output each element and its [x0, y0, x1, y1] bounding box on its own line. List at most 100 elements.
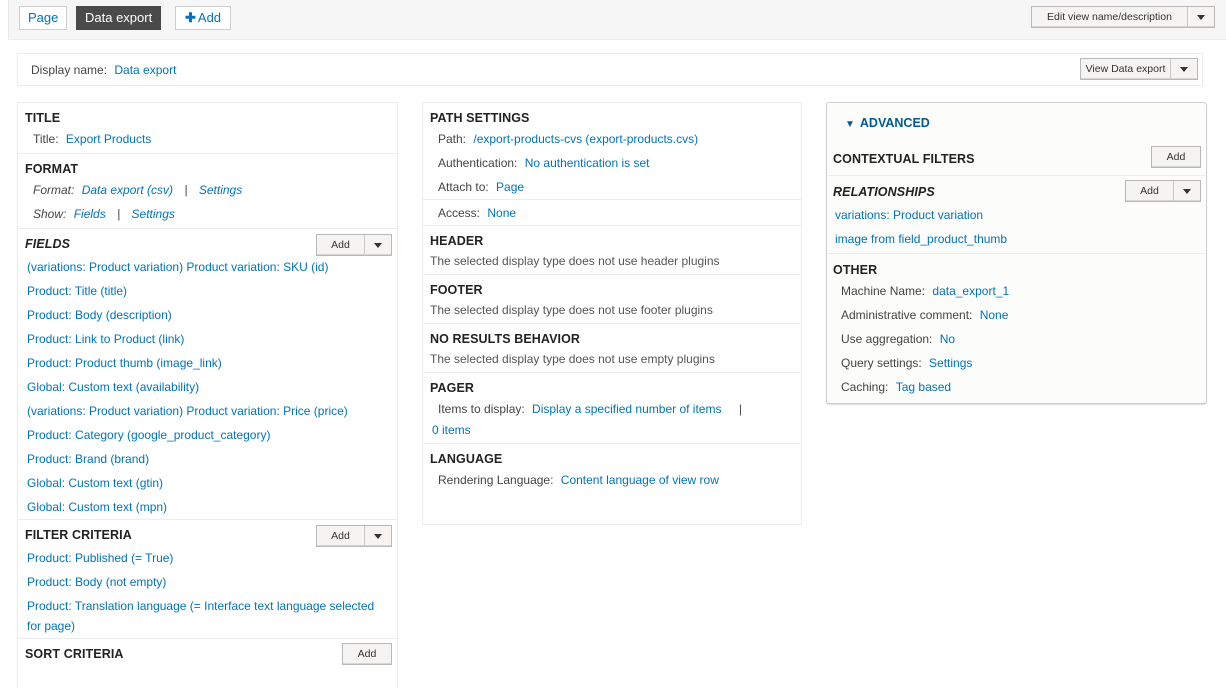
format-section: FORMAT Format: Data export (csv) | Setti…	[18, 154, 397, 229]
access-label: Access:	[438, 206, 481, 220]
rendering-language-link[interactable]: Content language of view row	[561, 473, 719, 487]
footer-note: The selected display type does not use f…	[430, 303, 713, 317]
section-heading: PAGER	[430, 381, 475, 395]
sort-criteria-section: SORT CRITERIA Add	[18, 639, 397, 673]
separator: |	[738, 402, 742, 416]
header-section: HEADER The selected display type does no…	[423, 226, 801, 275]
format-link[interactable]: Data export (csv)	[82, 183, 173, 197]
fields-add-button[interactable]: Add	[317, 235, 365, 255]
caret-down-icon	[1180, 66, 1188, 72]
triangle-down-icon: ▼	[845, 119, 855, 130]
relationships-add-button[interactable]: Add	[1126, 181, 1174, 201]
add-display-label: Add	[197, 10, 222, 25]
query-settings-row: Query settings: Settings	[833, 351, 1200, 375]
access-row: Access: None	[430, 201, 794, 225]
admin-comment-label: Administrative comment:	[841, 308, 973, 322]
pager-label: Items to display:	[438, 402, 525, 416]
admin-comment-link[interactable]: None	[980, 308, 1009, 322]
field-item[interactable]: Product: Product thumb (image_link)	[25, 351, 390, 375]
field-item[interactable]: (variations: Product variation) Product …	[25, 399, 390, 423]
advanced-toggle[interactable]: ▼ ADVANCED	[827, 103, 1206, 143]
show-link[interactable]: Fields	[74, 207, 106, 221]
field-item[interactable]: Product: Category (google_product_catego…	[25, 423, 390, 447]
show-label: Show:	[33, 207, 67, 221]
filter-criteria-section: FILTER CRITERIA Add Product: Published (…	[18, 520, 397, 639]
view-export-split-button: View Data export	[1080, 58, 1198, 80]
relationships-section: RELATIONSHIPS Add variations: Product va…	[827, 176, 1206, 254]
relationship-item[interactable]: variations: Product variation	[833, 203, 1200, 227]
use-aggregation-label: Use aggregation:	[841, 332, 933, 346]
display-name-link[interactable]: Data export	[114, 63, 176, 77]
use-aggregation-row: Use aggregation: No	[833, 327, 1200, 351]
relationships-dropdown-toggle[interactable]	[1174, 181, 1200, 201]
add-display-button[interactable]: ✚ Add	[175, 6, 232, 30]
path-label: Path:	[438, 132, 467, 146]
filter-list: Product: Published (= True) Product: Bod…	[25, 546, 390, 636]
column-main-settings: TITLE Title: Export Products FORMAT Form…	[17, 102, 398, 688]
section-heading: LANGUAGE	[430, 452, 503, 466]
format-label: Format:	[33, 183, 75, 197]
path-settings-section: PATH SETTINGS Path: /export-products-cvs…	[423, 103, 801, 200]
filter-add-split-button: Add	[316, 525, 392, 547]
query-settings-link[interactable]: Settings	[929, 356, 972, 370]
title-link[interactable]: Export Products	[66, 132, 151, 146]
path-link[interactable]: /export-products-cvs (export-products.cv…	[473, 132, 698, 146]
machine-name-link[interactable]: data_export_1	[932, 284, 1009, 298]
relationship-item[interactable]: image from field_product_thumb	[833, 227, 1200, 251]
caching-row: Caching: Tag based	[833, 375, 1200, 399]
filter-item[interactable]: Product: Translation language (= Interfa…	[25, 594, 390, 636]
pager-type-link[interactable]: Display a specified number of items	[532, 402, 721, 416]
field-item[interactable]: Product: Brand (brand)	[25, 447, 390, 471]
contextual-filters-add-button[interactable]: Add	[1151, 146, 1201, 168]
field-item[interactable]: Product: Title (title)	[25, 279, 390, 303]
edit-view-split-button: Edit view name/description	[1031, 6, 1215, 28]
filter-item[interactable]: Product: Published (= True)	[25, 546, 390, 570]
attach-to-label: Attach to:	[438, 180, 489, 194]
path-row: Path: /export-products-cvs (export-produ…	[430, 127, 794, 151]
filter-dropdown-toggle[interactable]	[365, 526, 391, 546]
field-item[interactable]: Product: Body (description)	[25, 303, 390, 327]
edit-view-name-button[interactable]: Edit view name/description	[1032, 7, 1188, 27]
tab-page[interactable]: Page	[19, 6, 68, 30]
no-results-section: NO RESULTS BEHAVIOR The selected display…	[423, 324, 801, 373]
filter-add-button[interactable]: Add	[317, 526, 365, 546]
access-section: Access: None	[423, 200, 801, 226]
sort-add-button[interactable]: Add	[342, 643, 392, 665]
pager-count-link[interactable]: 0 items	[430, 421, 794, 441]
field-item[interactable]: Global: Custom text (gtin)	[25, 471, 390, 495]
field-item[interactable]: Global: Custom text (availability)	[25, 375, 390, 399]
section-heading: OTHER	[833, 263, 878, 277]
use-aggregation-link[interactable]: No	[940, 332, 955, 346]
relationships-list: variations: Product variation image from…	[833, 203, 1200, 251]
view-export-dropdown-toggle[interactable]	[1171, 59, 1197, 79]
field-item[interactable]: Global: Custom text (mpn)	[25, 495, 390, 519]
access-link[interactable]: None	[487, 206, 516, 220]
section-heading: CONTEXTUAL FILTERS	[833, 152, 975, 166]
section-heading: FORMAT	[25, 162, 79, 176]
contextual-filters-section: CONTEXTUAL FILTERS Add	[827, 143, 1206, 176]
field-item[interactable]: (variations: Product variation) Product …	[25, 255, 390, 279]
query-settings-label: Query settings:	[841, 356, 922, 370]
filter-item[interactable]: Product: Body (not empty)	[25, 570, 390, 594]
authentication-link[interactable]: No authentication is set	[525, 156, 650, 170]
title-section: TITLE Title: Export Products	[18, 103, 397, 154]
field-item[interactable]: Product: Link to Product (link)	[25, 327, 390, 351]
rendering-language-label: Rendering Language:	[438, 473, 554, 487]
view-data-export-button[interactable]: View Data export	[1081, 59, 1171, 79]
attach-to-link[interactable]: Page	[496, 180, 524, 194]
caret-down-icon	[1197, 14, 1205, 20]
fields-dropdown-toggle[interactable]	[365, 235, 391, 255]
fields-add-split-button: Add	[316, 234, 392, 256]
rendering-language-row: Rendering Language: Content language of …	[430, 468, 794, 492]
show-settings-link[interactable]: Settings	[132, 207, 175, 221]
format-settings-link[interactable]: Settings	[199, 183, 242, 197]
edit-view-dropdown-toggle[interactable]	[1188, 7, 1214, 27]
caching-label: Caching:	[841, 380, 889, 394]
separator: |	[117, 207, 121, 221]
tab-data-export[interactable]: Data export	[76, 6, 162, 30]
caching-link[interactable]: Tag based	[896, 380, 951, 394]
caret-down-icon	[1183, 188, 1191, 194]
format-row: Format: Data export (csv) | Settings	[25, 178, 390, 202]
section-heading: NO RESULTS BEHAVIOR	[430, 332, 581, 346]
title-row: Title: Export Products	[25, 127, 390, 151]
